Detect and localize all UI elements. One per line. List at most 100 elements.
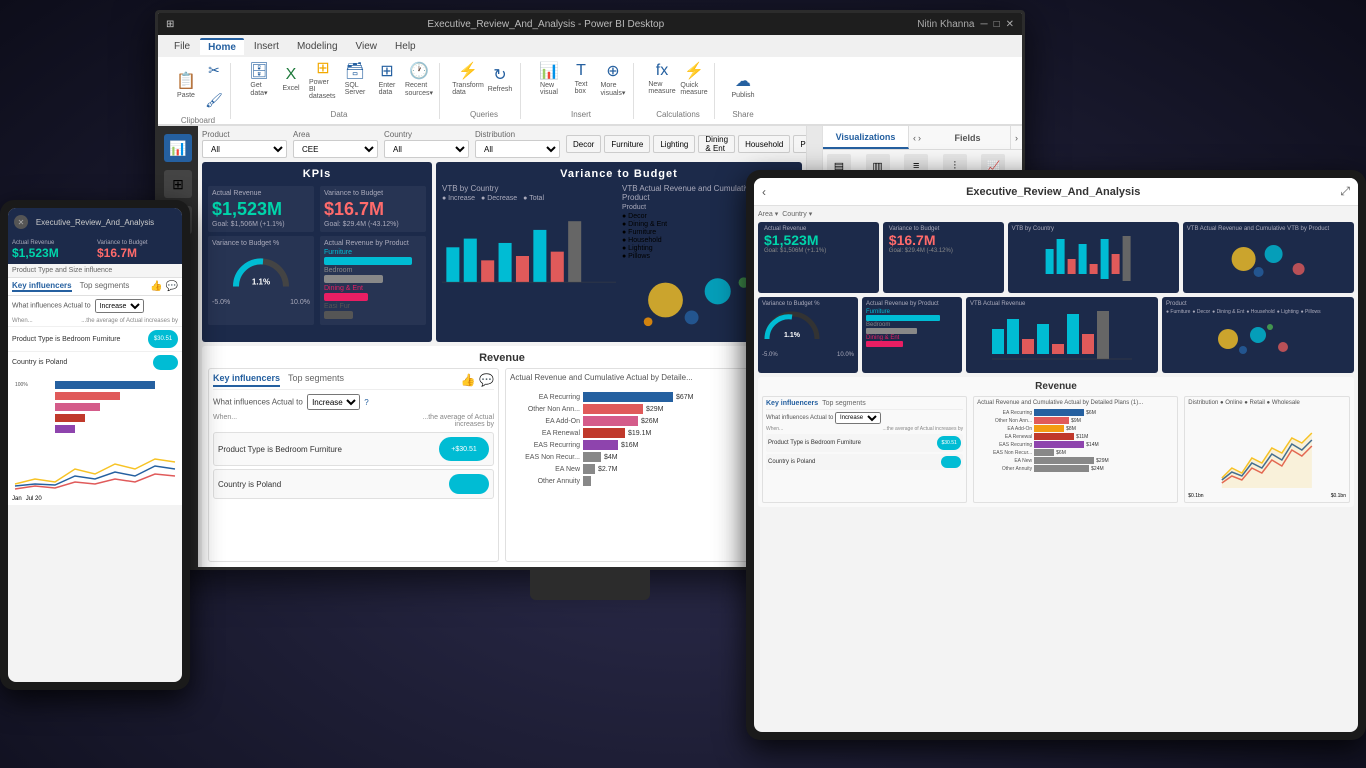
format-painter-button[interactable]: 🖌 [204, 86, 224, 114]
tablet-right-header: ‹ Executive_Review_And_Analysis ⤢ [754, 178, 1358, 206]
excel-button[interactable]: X Excel [277, 63, 305, 95]
ea-addon-val: $26M [641, 418, 659, 425]
tablet-left-close[interactable]: ✕ [14, 215, 28, 229]
t-rev-eas-non-name: EAS Non Recur... [977, 450, 1032, 456]
filter-decor[interactable]: Decor [566, 135, 601, 153]
filter-lighting[interactable]: Lighting [653, 135, 695, 153]
new-measure-button[interactable]: fx Newmeasure [648, 63, 676, 95]
tablet-ki-mini-tab2[interactable]: Top segments [822, 400, 866, 407]
kpi-panel: KPIs Actual Revenue $1,523M Goal: $1,506… [202, 162, 432, 342]
filter-dining[interactable]: Dining & Ent [698, 135, 735, 153]
tab-home[interactable]: Home [200, 38, 244, 55]
tab-modeling[interactable]: Modeling [289, 39, 346, 54]
tablet-ki-f1-bubble: $30.51 [937, 436, 961, 450]
tablet-ki-tab[interactable]: Key influencers [12, 281, 72, 292]
variance-budget-card: Variance to Budget $16.7M Goal: $29.4M (… [320, 186, 426, 232]
revenue-content: Key influencers Top segments 👍 💬 What in… [208, 368, 796, 562]
tablet-ts-tab[interactable]: Top segments [80, 281, 130, 292]
gauge-min: -5.0% [212, 299, 230, 306]
report-view-icon[interactable]: 📊 [164, 134, 192, 162]
window-controls: Nitin Khanna ─ □ ✕ [917, 19, 1014, 30]
tab-insert[interactable]: Insert [246, 39, 287, 54]
gauge-svg: 1.1% [231, 254, 291, 294]
kpi-bottom-row: Variance to Budget % 1.1% -5.0% [208, 236, 426, 325]
sql-server-button[interactable]: 🗃 SQLServer [341, 63, 369, 95]
powerbi-icon: ⊞ [166, 19, 174, 30]
ea-recurring-name: EA Recurring [510, 394, 580, 401]
powerbi-datasets-button[interactable]: ⊞ Power BIdatasets [309, 63, 337, 95]
enter-data-button[interactable]: ⊞ Enterdata [373, 63, 401, 95]
paste-button[interactable]: 📋 Paste [172, 69, 200, 101]
tablet-mini-chart-svg: 100% [12, 376, 178, 436]
tablet-ki-select[interactable]: Increase [95, 299, 144, 313]
influence-filter-select[interactable]: Increase [307, 394, 360, 410]
insert-label: Insert [571, 110, 591, 119]
fields-chevron-icon[interactable]: › [1015, 133, 1018, 143]
more-visuals-button[interactable]: ⊕ Morevisuals▾ [599, 63, 627, 95]
tablet-ki-question: What influences Actual to Increase [8, 296, 182, 316]
t-rev-ea-new: EA New $29M [977, 457, 1174, 464]
eas-non-val: $4M [604, 454, 618, 461]
calculations-label: Calculations [656, 110, 700, 119]
filter-pillows[interactable]: Pillows [793, 135, 806, 153]
data-view-icon[interactable]: ⊞ [164, 170, 192, 198]
tleg-lighting: ● Lighting [1277, 309, 1299, 315]
text-box-label: Textbox [575, 81, 588, 95]
tablet-factor-1: Product Type is Bedroom Furniture $30.51 [8, 326, 182, 351]
bar-furniture-visual [324, 257, 412, 265]
tablet-right-vtb-svg [1012, 234, 1175, 284]
tablet-right-screen: ‹ Executive_Review_And_Analysis ⤢ Area ▾… [754, 178, 1358, 732]
tablet-right-back-icon[interactable]: ‹ [762, 185, 766, 199]
transform-data-button[interactable]: ⚡ Transformdata [454, 63, 482, 95]
chevron-left-icon[interactable]: ‹ [913, 133, 916, 143]
tab-view[interactable]: View [348, 39, 386, 54]
gauge-max: 10.0% [290, 299, 310, 306]
new-visual-button[interactable]: 📊 Newvisual [535, 63, 563, 95]
tab-file[interactable]: File [166, 39, 198, 54]
tablet-right-expand-icon[interactable]: ⤢ [1340, 184, 1350, 199]
tablet-right-variance-sub: Goal: $29.4M (-43.12%) [889, 248, 998, 254]
tab-help[interactable]: Help [387, 39, 424, 54]
top-segments-tab[interactable]: Top segments [288, 373, 344, 387]
vtb-country-col: VTB by Country ● Increase ● Decrease ● T… [442, 184, 616, 328]
waterfall-chart-svg [442, 206, 616, 306]
get-data-button[interactable]: 🗄 Getdata▾ [245, 63, 273, 95]
minimize-button[interactable]: ─ [980, 19, 987, 30]
variance-sub: Goal: $29.4M (-43.12%) [324, 221, 422, 228]
canvas-area: Product All Area CEE Country [198, 126, 806, 570]
bar-dining-visual [324, 293, 368, 301]
recent-sources-button[interactable]: 🕐 Recentsources▾ [405, 63, 433, 95]
quick-measure-button[interactable]: ⚡ Quickmeasure [680, 63, 708, 95]
distribution-filter-select[interactable]: All [475, 140, 560, 158]
tablet-revenue-bars: Actual Revenue and Cumulative Actual by … [973, 396, 1178, 503]
tablet-ki-mini-factor2: Country is Poland [766, 454, 963, 470]
country-filter-select[interactable]: All [384, 140, 469, 158]
tablet-ki-mini-tab1[interactable]: Key influencers [766, 400, 818, 407]
recent-sources-icon: 🕐 [409, 61, 429, 81]
text-box-button[interactable]: T Textbox [567, 63, 595, 95]
svg-text:1.1%: 1.1% [252, 278, 270, 287]
key-influencers-tab[interactable]: Key influencers [213, 373, 280, 387]
filter-furniture[interactable]: Furniture [604, 135, 650, 153]
publish-button[interactable]: ☁ Publish [729, 63, 757, 108]
jan-label: Jan [12, 496, 22, 502]
filter-household[interactable]: Household [738, 135, 790, 153]
fields-tab[interactable]: Fields [925, 126, 1011, 149]
actual-revenue-sub: Goal: $1,506M (+1.1%) [212, 221, 310, 228]
area-filter-select[interactable]: CEE [293, 140, 378, 158]
get-data-label: Getdata▾ [250, 82, 267, 97]
refresh-label: Refresh [488, 86, 513, 93]
refresh-button[interactable]: ↻ Refresh [486, 63, 514, 95]
tablet-ki-mini-select[interactable]: Increase [835, 412, 881, 424]
chevron-right-icon[interactable]: › [918, 133, 921, 143]
cut-button[interactable]: ✂ [204, 56, 224, 84]
help-icon[interactable]: ? [364, 398, 368, 407]
paste-icon: 📋 [176, 71, 196, 91]
tablet-ki-headers: When... ...the average of Actual increas… [8, 316, 182, 326]
close-button[interactable]: ✕ [1006, 19, 1014, 30]
recent-sources-label: Recentsources▾ [405, 82, 433, 97]
tablet-avg-lbl: ...the average of Actual increases by [883, 426, 964, 432]
product-filter-select[interactable]: All [202, 140, 287, 158]
visualizations-tab[interactable]: Visualizations [823, 126, 909, 149]
maximize-button[interactable]: □ [994, 19, 1000, 30]
